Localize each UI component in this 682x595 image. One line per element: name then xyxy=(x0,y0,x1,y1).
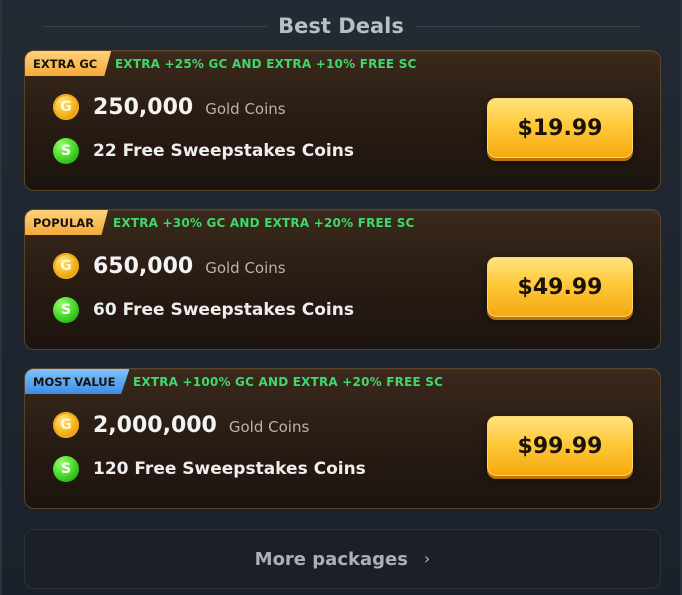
price-button[interactable]: $49.99 xyxy=(487,257,633,317)
chevron-right-icon: › xyxy=(423,548,431,568)
best-deals-panel: Best Deals EXTRA GC EXTRA +25% GC AND EX… xyxy=(0,0,682,595)
deal-card-3[interactable]: MOST VALUE EXTRA +100% GC AND EXTRA +20%… xyxy=(24,368,661,509)
price-button[interactable]: $99.99 xyxy=(487,416,633,476)
deal-badge: POPULAR xyxy=(25,210,109,235)
sweepstakes-coin-icon: S xyxy=(53,456,79,482)
gold-coins-label: Gold Coins xyxy=(205,100,286,118)
section-title: Best Deals xyxy=(278,14,404,38)
gold-coins-amount: 250,000 xyxy=(93,94,194,120)
deal-card-1[interactable]: EXTRA GC EXTRA +25% GC AND EXTRA +10% FR… xyxy=(24,50,661,191)
gold-coins-label: Gold Coins xyxy=(205,259,286,277)
deal-badge: EXTRA GC xyxy=(25,51,112,76)
sweepstakes-coins-text: 22 Free Sweepstakes Coins xyxy=(93,141,354,161)
header-divider-right xyxy=(415,26,640,27)
sweepstakes-coins-text: 60 Free Sweepstakes Coins xyxy=(93,300,354,320)
gold-coin-icon: G xyxy=(53,253,79,279)
gold-coin-icon: G xyxy=(53,412,79,438)
gold-coins-row: G 250,000 Gold Coins xyxy=(53,94,286,120)
sweepstakes-coins-row: S 120 Free Sweepstakes Coins xyxy=(53,456,366,482)
section-header: Best Deals xyxy=(2,0,680,50)
sweepstakes-coins-row: S 22 Free Sweepstakes Coins xyxy=(53,138,354,164)
sweepstakes-coins-text: 120 Free Sweepstakes Coins xyxy=(93,459,366,479)
sweepstakes-coins-row: S 60 Free Sweepstakes Coins xyxy=(53,297,354,323)
deal-bonus-text: EXTRA +100% GC AND EXTRA +20% FREE SC xyxy=(133,375,444,389)
deal-bonus-text: EXTRA +25% GC AND EXTRA +10% FREE SC xyxy=(115,57,417,71)
deal-badge: MOST VALUE xyxy=(25,369,130,394)
deal-bonus-text: EXTRA +30% GC AND EXTRA +20% FREE SC xyxy=(113,216,415,230)
header-divider-left xyxy=(42,26,267,27)
price-button[interactable]: $19.99 xyxy=(487,98,633,158)
gold-coins-row: G 650,000 Gold Coins xyxy=(53,253,286,279)
gold-coins-row: G 2,000,000 Gold Coins xyxy=(53,412,309,438)
sweepstakes-coin-icon: S xyxy=(53,138,79,164)
sweepstakes-coin-icon: S xyxy=(53,297,79,323)
gold-coins-label: Gold Coins xyxy=(228,418,310,436)
more-packages-label: More packages xyxy=(254,548,408,570)
deal-card-2[interactable]: POPULAR EXTRA +30% GC AND EXTRA +20% FRE… xyxy=(24,209,661,350)
gold-coins-amount: 650,000 xyxy=(93,253,194,279)
gold-coin-icon: G xyxy=(53,94,79,120)
more-packages-button[interactable]: More packages › xyxy=(24,529,661,589)
gold-coins-amount: 2,000,000 xyxy=(93,412,217,438)
